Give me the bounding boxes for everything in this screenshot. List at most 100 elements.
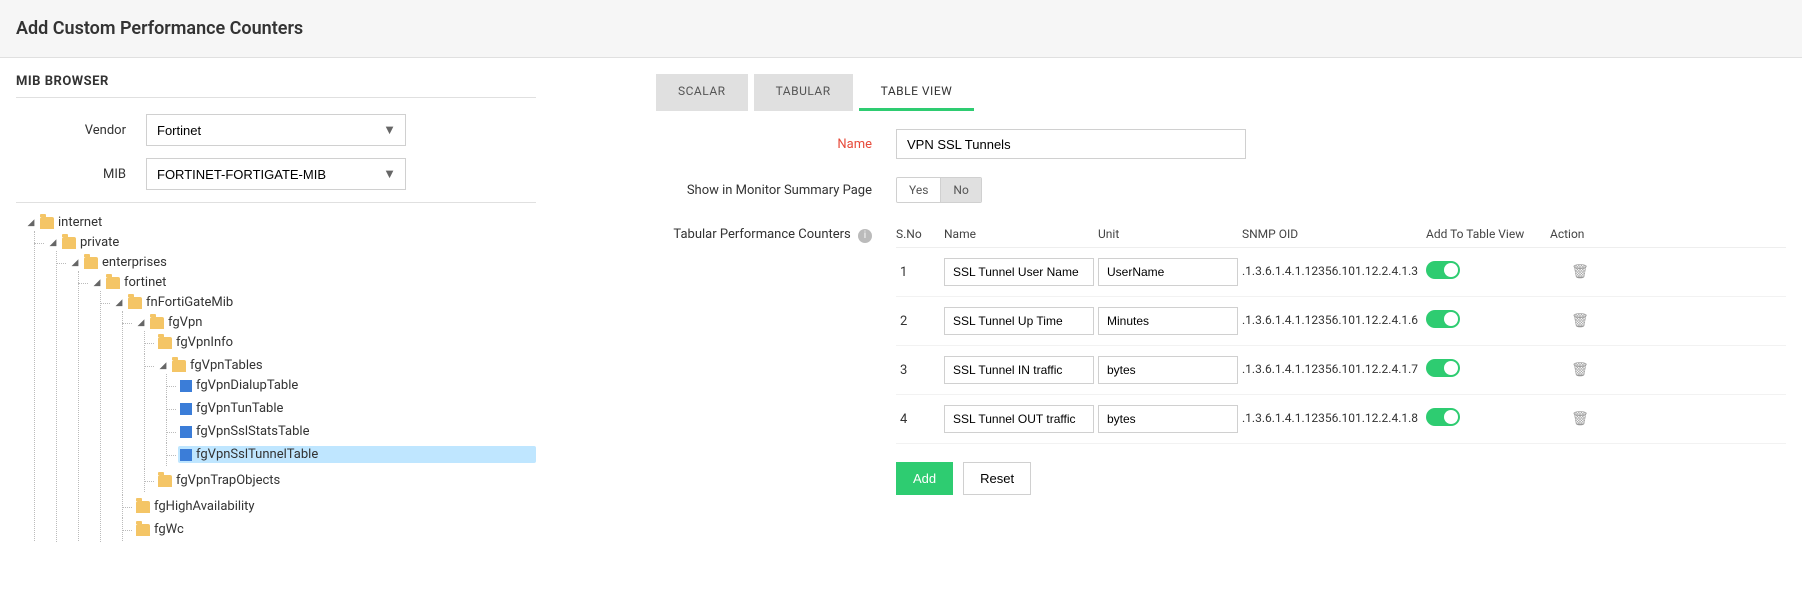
tree-node-enterprises[interactable]: ◢ enterprises (68, 254, 536, 271)
tree-node-fgha[interactable]: fgHighAvailability (134, 498, 536, 515)
counter-unit-input[interactable] (1098, 405, 1238, 433)
folder-icon (136, 501, 150, 513)
counters-section: Tabular Performance Counters i S.No Name… (656, 221, 1786, 495)
cell-oid: .1.3.6.1.4.1.12356.101.12.2.4.1.6 (1242, 313, 1422, 329)
vendor-label: Vendor (16, 123, 146, 138)
table-icon (180, 403, 192, 415)
counter-name-input[interactable] (944, 258, 1094, 286)
trash-icon[interactable]: 🗑 (1550, 411, 1610, 427)
collapse-icon[interactable]: ◢ (48, 238, 58, 248)
tree-label: fortinet (124, 275, 166, 290)
tree-label: fgVpn (168, 315, 202, 330)
counter-name-input[interactable] (944, 405, 1094, 433)
collapse-icon[interactable]: ◢ (114, 298, 124, 308)
collapse-icon[interactable]: ◢ (26, 218, 36, 228)
counter-name-input[interactable] (944, 356, 1094, 384)
tree-node-fgvpntrap[interactable]: fgVpnTrapObjects (156, 472, 536, 489)
folder-icon (158, 337, 172, 349)
info-icon[interactable]: i (858, 229, 872, 243)
name-row: Name (656, 129, 1786, 159)
table-row: 4 .1.3.6.1.4.1.12356.101.12.2.4.1.8 🗑 (896, 395, 1786, 444)
collapse-icon[interactable]: ◢ (158, 361, 168, 371)
tab-scalar[interactable]: SCALAR (656, 74, 748, 111)
counters-table: S.No Name Unit SNMP OID Add To Table Vie… (896, 221, 1786, 495)
button-row: Add Reset (896, 462, 1786, 495)
name-input[interactable] (896, 129, 1246, 159)
tree-leaf-tun[interactable]: fgVpnTunTable (178, 400, 536, 417)
mib-browser-title: MIB BROWSER (16, 74, 536, 98)
show-summary-label: Show in Monitor Summary Page (656, 183, 896, 198)
counter-unit-input[interactable] (1098, 307, 1238, 335)
config-panel: SCALAR TABULAR TABLE VIEW Name Show in M… (556, 74, 1786, 542)
tree-label: internet (58, 215, 102, 230)
tree-label: fgWc (154, 522, 184, 537)
tree-label: private (80, 235, 119, 250)
tree-label: fgVpnSslStatsTable (196, 424, 309, 439)
collapse-icon[interactable]: ◢ (70, 258, 80, 268)
tree-label: fgVpnTrapObjects (176, 473, 280, 488)
folder-icon (62, 237, 76, 249)
yes-no-segment: Yes No (896, 177, 982, 203)
trash-icon[interactable]: 🗑 (1550, 362, 1610, 378)
table-icon (180, 426, 192, 438)
vendor-row: Vendor Fortinet ▼ (16, 114, 536, 146)
tree-label: fgVpnSslTunnelTable (196, 447, 318, 462)
tree-label: fnFortiGateMib (146, 295, 233, 310)
cell-oid: .1.3.6.1.4.1.12356.101.12.2.4.1.3 (1242, 264, 1422, 280)
trash-icon[interactable]: 🗑 (1550, 313, 1610, 329)
toggle-addview[interactable] (1426, 261, 1460, 279)
collapse-icon[interactable]: ◢ (92, 278, 102, 288)
tree-node-fgvpntables[interactable]: ◢ fgVpnTables (156, 357, 536, 374)
add-button[interactable]: Add (896, 462, 953, 495)
counter-unit-input[interactable] (1098, 258, 1238, 286)
tab-table-view[interactable]: TABLE VIEW (859, 74, 975, 111)
name-label: Name (656, 137, 896, 152)
cell-sno: 4 (896, 412, 940, 427)
table-row: 3 .1.3.6.1.4.1.12356.101.12.2.4.1.7 🗑 (896, 346, 1786, 395)
cell-oid: .1.3.6.1.4.1.12356.101.12.2.4.1.7 (1242, 362, 1422, 378)
folder-icon (150, 317, 164, 329)
toggle-addview[interactable] (1426, 310, 1460, 328)
tree-node-private[interactable]: ◢ private (46, 234, 536, 251)
tree-node-fgvpninfo[interactable]: fgVpnInfo (156, 334, 536, 351)
mib-select[interactable]: FORTINET-FORTIGATE-MIB (146, 158, 406, 190)
counters-label-text: Tabular Performance Counters (673, 227, 850, 242)
tree-node-fgvpn[interactable]: ◢ fgVpn (134, 314, 536, 331)
vendor-select[interactable]: Fortinet (146, 114, 406, 146)
table-icon (180, 380, 192, 392)
tree-node-fnfortigatemib[interactable]: ◢ fnFortiGateMib (112, 294, 536, 311)
show-summary-row: Show in Monitor Summary Page Yes No (656, 177, 1786, 203)
tree-leaf-dialup[interactable]: fgVpnDialupTable (178, 377, 536, 394)
table-row: 1 .1.3.6.1.4.1.12356.101.12.2.4.1.3 🗑 (896, 248, 1786, 297)
tree-node-fgwc[interactable]: fgWc (134, 521, 536, 538)
vendor-select-wrap: Fortinet ▼ (146, 114, 406, 146)
toggle-addview[interactable] (1426, 359, 1460, 377)
col-addview: Add To Table View (1426, 227, 1546, 241)
tree-node-internet[interactable]: ◢ internet (24, 214, 536, 231)
folder-icon (128, 297, 142, 309)
tree-label: fgHighAvailability (154, 499, 255, 514)
tab-tabular[interactable]: TABULAR (754, 74, 853, 111)
trash-icon[interactable]: 🗑 (1550, 264, 1610, 280)
tree-leaf-ssltunnel[interactable]: fgVpnSslTunnelTable (178, 446, 536, 463)
tree-node-fortinet[interactable]: ◢ fortinet (90, 274, 536, 291)
tree-leaf-sslstats[interactable]: fgVpnSslStatsTable (178, 423, 536, 440)
mib-row: MIB FORTINET-FORTIGATE-MIB ▼ (16, 158, 536, 190)
toggle-addview[interactable] (1426, 408, 1460, 426)
folder-icon (172, 360, 186, 372)
counter-unit-input[interactable] (1098, 356, 1238, 384)
tree-label: fgVpnTunTable (196, 401, 283, 416)
reset-button[interactable]: Reset (963, 462, 1031, 495)
mib-browser-panel: MIB BROWSER Vendor Fortinet ▼ MIB FORTIN… (16, 74, 536, 542)
content-area: MIB BROWSER Vendor Fortinet ▼ MIB FORTIN… (0, 58, 1802, 558)
table-row: 2 .1.3.6.1.4.1.12356.101.12.2.4.1.6 🗑 (896, 297, 1786, 346)
counter-name-input[interactable] (944, 307, 1094, 335)
tree-label: enterprises (102, 255, 167, 270)
collapse-icon[interactable]: ◢ (136, 318, 146, 328)
tree-container: ◢ internet ◢ private (16, 202, 536, 542)
seg-yes[interactable]: Yes (897, 178, 940, 202)
col-sno: S.No (896, 227, 940, 241)
mib-tree: ◢ internet ◢ private (16, 211, 536, 542)
counters-label: Tabular Performance Counters i (656, 221, 896, 243)
seg-no[interactable]: No (940, 178, 980, 202)
